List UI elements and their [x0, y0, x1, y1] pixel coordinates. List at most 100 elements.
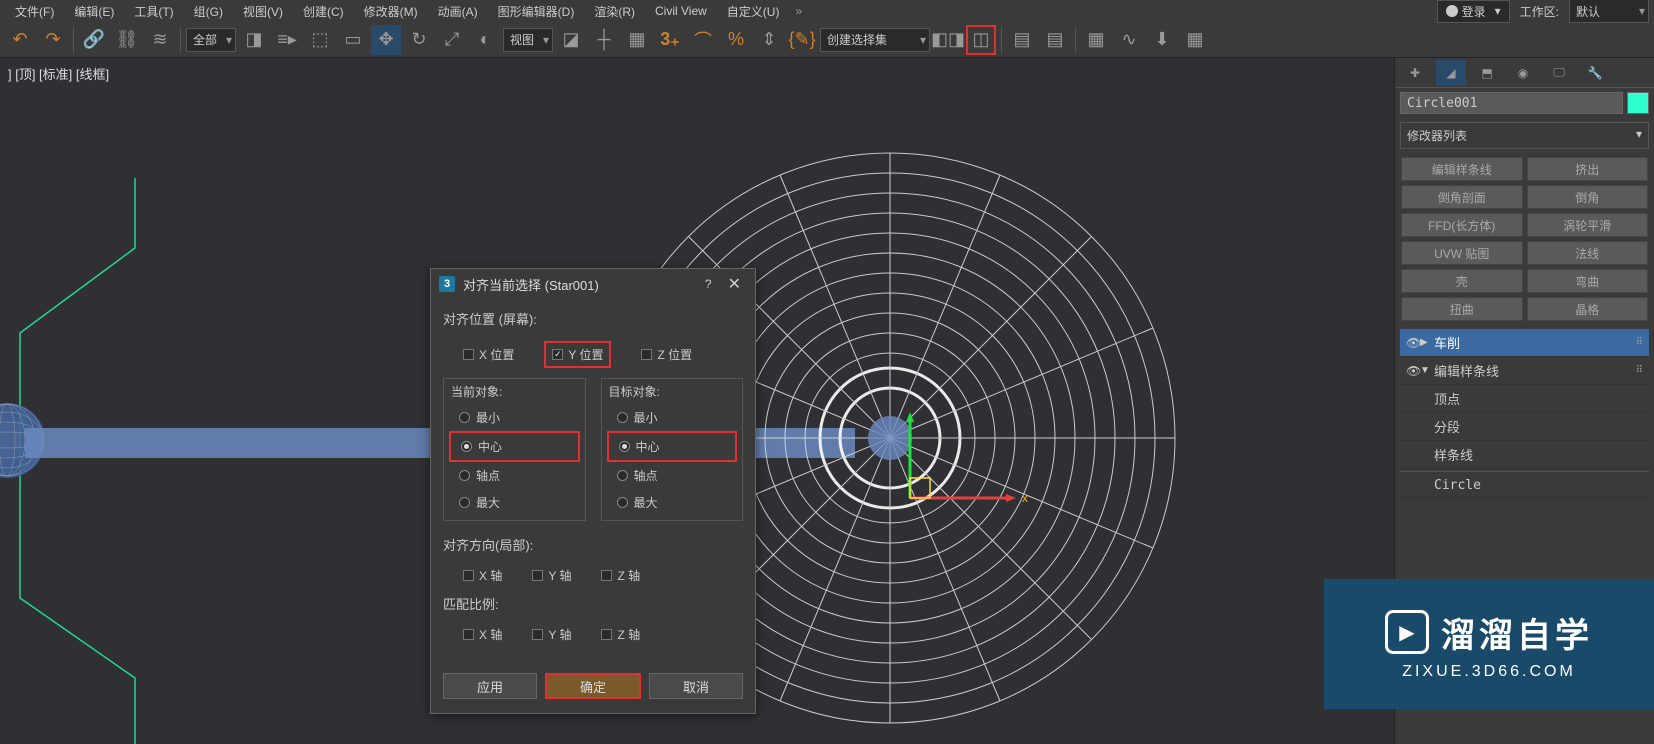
angle-snap-icon[interactable]: ⌒ — [688, 25, 718, 55]
percent-snap-icon[interactable]: % — [721, 25, 751, 55]
y-axis-checkbox[interactable]: Y 轴 — [532, 567, 571, 584]
scale-icon[interactable]: ⤢ — [437, 25, 467, 55]
snap-toggle-icon[interactable]: 3₊ — [655, 25, 685, 55]
menu-more-icon[interactable]: » — [789, 4, 808, 18]
mod-btn-bend[interactable]: 弯曲 — [1527, 269, 1649, 293]
radio-target-min[interactable]: 最小 — [607, 404, 738, 431]
z-pos-checkbox[interactable]: Z 位置 — [641, 341, 692, 368]
login-button[interactable]: 登录 ▾ — [1437, 0, 1510, 23]
dialog-help-icon[interactable]: ? — [695, 277, 722, 291]
curve-editor-icon[interactable]: ∿ — [1114, 25, 1144, 55]
mod-btn-normal[interactable]: 法线 — [1527, 241, 1649, 265]
scale-y-checkbox[interactable]: Y 轴 — [532, 626, 571, 643]
filter-dropdown[interactable]: 全部 — [186, 28, 236, 52]
select-obj-icon[interactable]: ◨ — [239, 25, 269, 55]
rotate-icon[interactable]: ↻ — [404, 25, 434, 55]
menu-group[interactable]: 组(G) — [184, 0, 233, 23]
z-axis-checkbox[interactable]: Z 轴 — [601, 567, 640, 584]
hierarchy-tab-icon[interactable]: ⬒ — [1472, 60, 1502, 86]
radio-target-max[interactable]: 最大 — [607, 489, 738, 516]
move-icon[interactable]: ✥ — [371, 25, 401, 55]
radio-current-max[interactable]: 最大 — [449, 489, 580, 516]
scale-x-checkbox[interactable]: X 轴 — [463, 626, 502, 643]
radio-current-min[interactable]: 最小 — [449, 404, 580, 431]
mod-btn-uvw[interactable]: UVW 贴图 — [1401, 241, 1523, 265]
mod-btn-twist[interactable]: 扭曲 — [1401, 297, 1523, 321]
motion-tab-icon[interactable]: ◉ — [1508, 60, 1538, 86]
dialog-close-icon[interactable]: ✕ — [722, 274, 747, 294]
ok-button[interactable]: 确定 — [545, 673, 641, 699]
scale-z-checkbox[interactable]: Z 轴 — [601, 626, 640, 643]
mod-btn-turbosmooth[interactable]: 涡轮平滑 — [1527, 213, 1649, 237]
radio-current-center[interactable]: 中心 — [449, 431, 580, 462]
menu-customize[interactable]: 自定义(U) — [717, 0, 790, 23]
radio-target-pivot[interactable]: 轴点 — [607, 462, 738, 489]
schematic-icon[interactable]: ⬇ — [1147, 25, 1177, 55]
named-sel-dropdown[interactable]: 创建选择集 — [820, 28, 930, 52]
viewport[interactable]: ] [顶] [标准] [线框] — [0, 58, 1394, 744]
stack-sub-vertex[interactable]: 顶点 — [1400, 385, 1649, 413]
mod-btn-lattice[interactable]: 晶格 — [1527, 297, 1649, 321]
eye-icon[interactable]: 👁 — [1406, 364, 1420, 378]
layer-explorer-icon[interactable]: ▤ — [1007, 25, 1037, 55]
stack-sub-spline[interactable]: 样条线 — [1400, 441, 1649, 469]
pivot-icon[interactable]: ◪ — [556, 25, 586, 55]
utility-tab-icon[interactable]: 🔧 — [1580, 60, 1610, 86]
stack-item-editspline[interactable]: 👁 ▼ 编辑样条线 ⠿ — [1400, 357, 1649, 385]
menu-render[interactable]: 渲染(R) — [584, 0, 645, 23]
mod-btn-bevelprofile[interactable]: 倒角剖面 — [1401, 185, 1523, 209]
menu-file[interactable]: 文件(F) — [5, 0, 64, 23]
menu-animation[interactable]: 动画(A) — [428, 0, 488, 23]
menu-graph-editor[interactable]: 图形编辑器(D) — [488, 0, 585, 23]
radio-target-center[interactable]: 中心 — [607, 431, 738, 462]
stack-sub-segment[interactable]: 分段 — [1400, 413, 1649, 441]
bind-icon[interactable]: ≋ — [145, 25, 175, 55]
y-pos-checkbox[interactable]: Y 位置 — [544, 341, 611, 368]
select-rect-icon[interactable]: ⬚ — [305, 25, 335, 55]
place-icon[interactable]: ◐ — [470, 25, 500, 55]
object-name-field[interactable]: Circle001 — [1400, 92, 1623, 114]
modify-tab-icon[interactable]: ◢ — [1436, 60, 1466, 86]
stack-config-icon[interactable]: ⠿ — [1636, 365, 1643, 376]
x-pos-checkbox[interactable]: X 位置 — [463, 341, 514, 368]
move-gizmo[interactable]: x — [880, 408, 1060, 551]
x-axis-checkbox[interactable]: X 轴 — [463, 567, 502, 584]
mod-btn-extrude[interactable]: 挤出 — [1527, 157, 1649, 181]
keyboard-shortcut-icon[interactable]: ▦ — [622, 25, 652, 55]
mirror-icon[interactable]: ◧◨ — [933, 25, 963, 55]
radio-current-pivot[interactable]: 轴点 — [449, 462, 580, 489]
stack-item-lathe[interactable]: 👁 ▶ 车削 ⠿ — [1400, 329, 1649, 357]
manipulate-icon[interactable]: ┼ — [589, 25, 619, 55]
select-by-name-icon[interactable]: ≡▸ — [272, 25, 302, 55]
menu-civil-view[interactable]: Civil View — [645, 1, 717, 21]
expand-icon[interactable]: ▼ — [1420, 365, 1434, 376]
menu-modifiers[interactable]: 修改器(M) — [354, 0, 428, 23]
create-tab-icon[interactable]: ✚ — [1400, 60, 1430, 86]
object-color-swatch[interactable] — [1627, 92, 1649, 114]
redo-icon[interactable]: ↷ — [38, 25, 68, 55]
workspace-dropdown[interactable]: 默认 — [1569, 0, 1649, 23]
dialog-titlebar[interactable]: 3 对齐当前选择 (Star001) ? ✕ — [431, 269, 755, 299]
unlink-icon[interactable]: ⛓ — [112, 25, 142, 55]
viewport-label[interactable]: ] [顶] [标准] [线框] — [8, 64, 109, 83]
menu-create[interactable]: 创建(C) — [293, 0, 354, 23]
modifier-list-dropdown[interactable]: 修改器列表 — [1400, 122, 1649, 149]
link-icon[interactable]: 🔗 — [79, 25, 109, 55]
menu-edit[interactable]: 编辑(E) — [64, 0, 124, 23]
display-tab-icon[interactable]: 🖵 — [1544, 60, 1574, 86]
mod-btn-bevel[interactable]: 倒角 — [1527, 185, 1649, 209]
toggle-ribbon-icon[interactable]: ▦ — [1081, 25, 1111, 55]
mod-btn-ffd[interactable]: FFD(长方体) — [1401, 213, 1523, 237]
mod-btn-editspline[interactable]: 编辑样条线 — [1401, 157, 1523, 181]
cancel-button[interactable]: 取消 — [649, 673, 743, 699]
layer-icon[interactable]: ▤ — [1040, 25, 1070, 55]
refcoord-dropdown[interactable]: 视图 — [503, 28, 553, 52]
material-editor-icon[interactable]: ▦ — [1180, 25, 1210, 55]
undo-icon[interactable]: ↶ — [5, 25, 35, 55]
edit-sel-icon[interactable]: {✎} — [787, 25, 817, 55]
spinner-snap-icon[interactable]: ⇕ — [754, 25, 784, 55]
apply-button[interactable]: 应用 — [443, 673, 537, 699]
mod-btn-shell[interactable]: 壳 — [1401, 269, 1523, 293]
menu-views[interactable]: 视图(V) — [233, 0, 293, 23]
menu-tools[interactable]: 工具(T) — [124, 0, 183, 23]
